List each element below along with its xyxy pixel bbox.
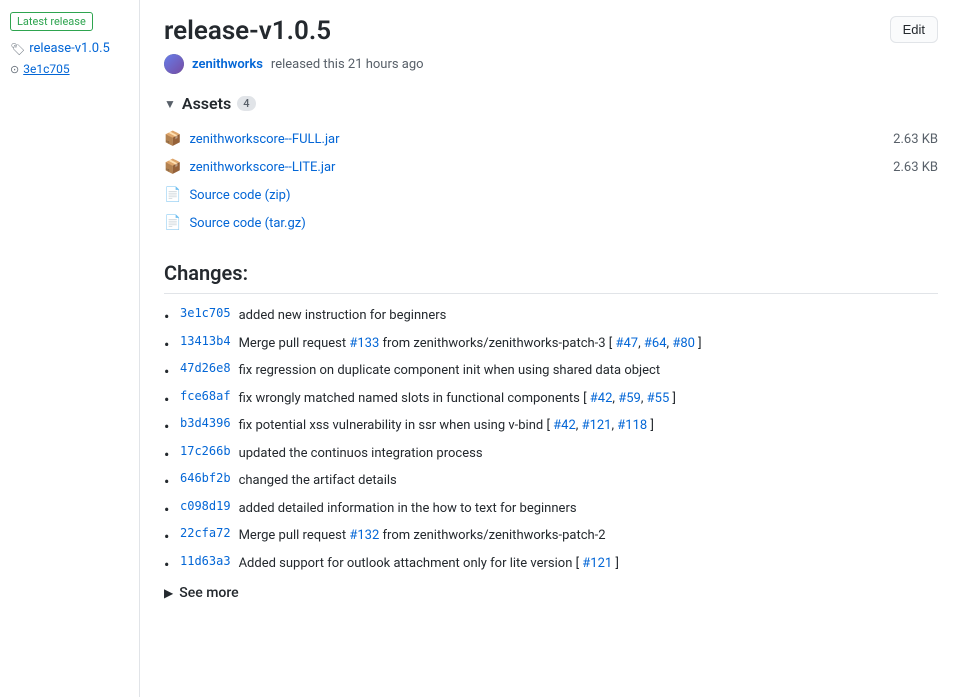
latest-release-badge: Latest release <box>10 12 93 31</box>
ref-link[interactable]: #59 <box>618 391 641 406</box>
ref-link[interactable]: #55 <box>647 391 670 406</box>
commit-item: 13413b4 Merge pull request #133 from zen… <box>164 334 938 354</box>
assets-label: Assets <box>182 94 231 113</box>
commit-item: c098d19 added detailed information in th… <box>164 499 938 519</box>
chevron-right-icon: ▶ <box>164 586 173 600</box>
asset-size-full-jar: 2.63 KB <box>893 132 938 147</box>
source-link-zip[interactable]: Source code (zip) <box>189 188 290 203</box>
asset-size-lite-jar: 2.63 KB <box>893 160 938 175</box>
asset-left-lite: 📦 zenithworkscore--LITE.jar <box>164 159 335 175</box>
source-link-targz[interactable]: Source code (tar.gz) <box>189 216 305 231</box>
commit-icon: ⊙ <box>10 63 19 76</box>
targz-icon: 📄 <box>164 215 181 231</box>
asset-item-full-jar: 📦 zenithworkscore--FULL.jar 2.63 KB <box>164 125 938 153</box>
ref-link[interactable]: #80 <box>672 336 695 351</box>
commit-item: 22cfa72 Merge pull request #132 from zen… <box>164 526 938 546</box>
commit-message: added new instruction for beginners <box>239 306 447 326</box>
jar-icon: 📦 <box>164 131 181 147</box>
avatar <box>164 54 184 74</box>
commit-list: 3e1c705 added new instruction for beginn… <box>164 306 938 573</box>
commit-message: Added support for outlook attachment onl… <box>239 554 619 574</box>
ref-link[interactable]: #42 <box>590 391 613 406</box>
asset-item-lite-jar: 📦 zenithworkscore--LITE.jar 2.63 KB <box>164 153 938 181</box>
commit-message: fix regression on duplicate component in… <box>239 361 661 381</box>
asset-left: 📦 zenithworkscore--FULL.jar <box>164 131 340 147</box>
commit-message: added detailed information in the how to… <box>239 499 577 519</box>
zip-icon: 📄 <box>164 187 181 203</box>
commit-hash[interactable]: 646bf2b <box>180 471 231 485</box>
asset-link-full-jar[interactable]: zenithworkscore--FULL.jar <box>189 132 339 147</box>
commit-message: Merge pull request #133 from zenithworks… <box>239 334 702 354</box>
pr-link[interactable]: #133 <box>349 336 379 351</box>
commit-message: Merge pull request #132 from zenithworks… <box>239 526 606 546</box>
jar-icon-lite: 📦 <box>164 159 181 175</box>
changes-section: Changes: 3e1c705 added new instruction f… <box>164 261 938 605</box>
sidebar: Latest release 🏷 release-v1.0.5 ⊙ 3e1c70… <box>0 0 140 697</box>
commit-hash[interactable]: 13413b4 <box>180 334 231 348</box>
ref-link[interactable]: #121 <box>582 556 612 571</box>
ref-link[interactable]: #121 <box>582 418 612 433</box>
commit-item: 11d63a3 Added support for outlook attach… <box>164 554 938 574</box>
commit-hash[interactable]: c098d19 <box>180 499 231 513</box>
sidebar-commit: ⊙ 3e1c705 <box>10 62 129 76</box>
tag-icon: 🏷 <box>10 42 25 56</box>
commit-message: updated the continuos integration proces… <box>239 444 483 464</box>
commit-item: 646bf2b changed the artifact details <box>164 471 938 491</box>
ref-link[interactable]: #64 <box>644 336 667 351</box>
source-item-zip: 📄 Source code (zip) <box>164 181 938 209</box>
commit-hash[interactable]: 22cfa72 <box>180 526 231 540</box>
author-link[interactable]: zenithworks <box>192 57 263 72</box>
main-content: release-v1.0.5 Edit zenithworks released… <box>140 0 962 697</box>
commit-hash[interactable]: 3e1c705 <box>180 306 231 320</box>
edit-button[interactable]: Edit <box>890 16 938 43</box>
assets-section: ▼ Assets 4 📦 zenithworkscore--FULL.jar 2… <box>164 94 938 237</box>
release-header: release-v1.0.5 Edit <box>164 16 938 46</box>
commit-message: fix wrongly matched named slots in funct… <box>239 389 676 409</box>
see-more[interactable]: ▶ See more <box>164 581 938 605</box>
commit-item: b3d4396 fix potential xss vulnerability … <box>164 416 938 436</box>
ref-link[interactable]: #47 <box>615 336 638 351</box>
sidebar-release-tag: release-v1.0.5 <box>29 41 110 56</box>
commit-hash[interactable]: b3d4396 <box>180 416 231 430</box>
changes-title: Changes: <box>164 261 938 294</box>
commit-hash[interactable]: 17c266b <box>180 444 231 458</box>
commit-hash[interactable]: fce68af <box>180 389 231 403</box>
ref-link[interactable]: #118 <box>617 418 647 433</box>
see-more-label: See more <box>179 585 238 601</box>
commit-item: 47d26e8 fix regression on duplicate comp… <box>164 361 938 381</box>
commit-hash[interactable]: 11d63a3 <box>180 554 231 568</box>
sidebar-release-link[interactable]: 🏷 release-v1.0.5 <box>10 41 129 56</box>
assets-header[interactable]: ▼ Assets 4 <box>164 94 938 113</box>
commit-item: fce68af fix wrongly matched named slots … <box>164 389 938 409</box>
assets-count: 4 <box>237 96 255 111</box>
chevron-down-icon: ▼ <box>164 97 176 111</box>
pr-link[interactable]: #132 <box>349 528 379 543</box>
commit-item: 3e1c705 added new instruction for beginn… <box>164 306 938 326</box>
release-meta: zenithworks released this 21 hours ago <box>164 54 938 74</box>
commit-item: 17c266b updated the continuos integratio… <box>164 444 938 464</box>
release-title: release-v1.0.5 <box>164 16 331 46</box>
asset-link-lite-jar[interactable]: zenithworkscore--LITE.jar <box>189 160 335 175</box>
source-item-targz: 📄 Source code (tar.gz) <box>164 209 938 237</box>
sidebar-commit-hash[interactable]: 3e1c705 <box>23 62 69 76</box>
commit-message: fix potential xss vulnerability in ssr w… <box>239 416 654 436</box>
commit-hash[interactable]: 47d26e8 <box>180 361 231 375</box>
released-text: released this 21 hours ago <box>271 57 424 72</box>
ref-link[interactable]: #42 <box>553 418 576 433</box>
commit-message: changed the artifact details <box>239 471 397 491</box>
